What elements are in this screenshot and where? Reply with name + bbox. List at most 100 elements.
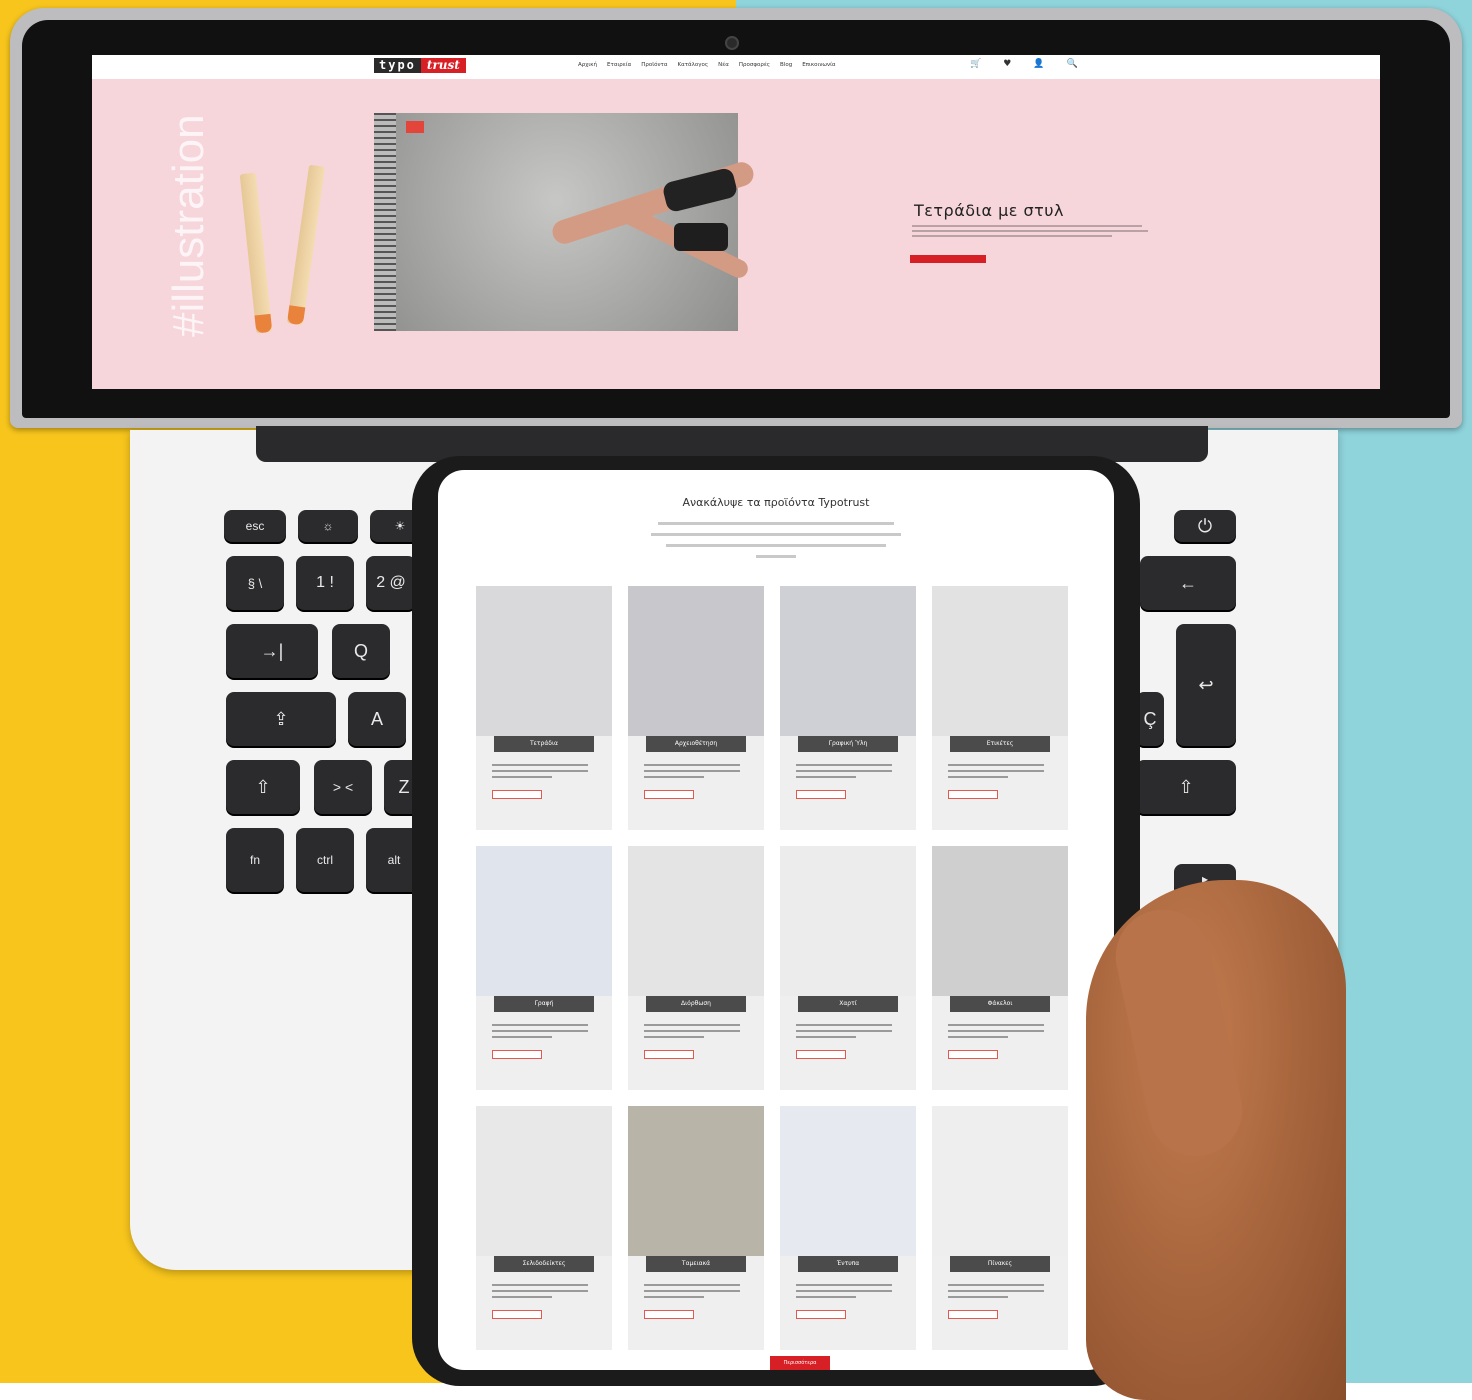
read-more-button[interactable] — [492, 790, 542, 799]
heart-icon[interactable]: ♥ — [1003, 59, 1011, 69]
read-more-button[interactable] — [796, 790, 846, 799]
key-angle[interactable]: > < — [314, 760, 372, 814]
read-more-button[interactable] — [948, 1310, 998, 1319]
product-card[interactable]: Πίνακες — [932, 1106, 1068, 1350]
cart-icon[interactable]: 🛒 — [970, 59, 981, 69]
product-card[interactable]: Γραφή — [476, 846, 612, 1090]
product-description — [796, 1036, 856, 1038]
key-shift-right[interactable]: ⇧ — [1136, 760, 1236, 814]
nav-item[interactable]: Νέα — [718, 62, 729, 68]
product-category-label[interactable]: Ταμειακά — [646, 1256, 746, 1272]
product-image[interactable] — [780, 1106, 916, 1256]
key-power[interactable]: ⏻ — [1174, 510, 1236, 542]
logo-typo: typo — [374, 58, 421, 73]
product-description — [948, 1284, 1044, 1286]
product-card[interactable]: Χαρτί — [780, 846, 916, 1090]
product-card[interactable]: Ταμειακά — [628, 1106, 764, 1350]
read-more-button[interactable] — [492, 1050, 542, 1059]
product-category-label[interactable]: Γραφή — [494, 996, 594, 1012]
product-image[interactable] — [628, 846, 764, 996]
product-description — [796, 1284, 892, 1286]
nav-item[interactable]: Προσφορές — [739, 62, 770, 68]
read-more-button[interactable] — [644, 1310, 694, 1319]
product-category-label[interactable]: Πίνακες — [950, 1256, 1050, 1272]
product-card[interactable]: Αρχειοθέτηση — [628, 586, 764, 830]
read-more-button[interactable] — [796, 1050, 846, 1059]
key-esc[interactable]: esc — [224, 510, 286, 542]
product-category-label[interactable]: Σελιδοδείκτες — [494, 1256, 594, 1272]
product-description — [644, 764, 740, 766]
key-c-cedilla[interactable]: Ç — [1136, 692, 1164, 746]
product-card[interactable]: Ετικέτες — [932, 586, 1068, 830]
key-enter[interactable]: ↩ — [1176, 624, 1236, 746]
key-section[interactable]: § \ — [226, 556, 284, 610]
product-card[interactable]: Φάκελοι — [932, 846, 1068, 1090]
product-card[interactable]: Έντυπα — [780, 1106, 916, 1350]
product-image[interactable] — [476, 586, 612, 736]
product-image[interactable] — [476, 846, 612, 996]
product-description — [796, 1030, 892, 1032]
key-backspace[interactable]: ← — [1140, 556, 1236, 610]
read-more-button[interactable] — [644, 790, 694, 799]
product-image[interactable] — [780, 846, 916, 996]
key-shift-left[interactable]: ⇧ — [226, 760, 300, 814]
product-image[interactable] — [780, 586, 916, 736]
product-image[interactable] — [932, 1106, 1068, 1256]
hero-cta-button[interactable] — [910, 255, 986, 263]
key-ctrl[interactable]: ctrl — [296, 828, 354, 892]
read-more-button[interactable] — [948, 790, 998, 799]
product-image[interactable] — [628, 586, 764, 736]
user-icon[interactable]: 👤 — [1033, 59, 1044, 69]
key-2[interactable]: 2 @ — [366, 556, 416, 610]
product-description — [948, 1030, 1044, 1032]
product-description — [644, 776, 704, 778]
key-brightness-down[interactable]: ☼ — [298, 510, 358, 542]
product-category-label[interactable]: Αρχειοθέτηση — [646, 736, 746, 752]
product-category-label[interactable]: Χαρτί — [798, 996, 898, 1012]
product-image[interactable] — [628, 1106, 764, 1256]
key-1[interactable]: 1 ! — [296, 556, 354, 610]
nav-item[interactable]: Αρχική — [578, 62, 597, 68]
product-category-label[interactable]: Ετικέτες — [950, 736, 1050, 752]
key-q[interactable]: Q — [332, 624, 390, 678]
product-category-label[interactable]: Διόρθωση — [646, 996, 746, 1012]
read-more-button[interactable] — [948, 1050, 998, 1059]
product-image[interactable] — [932, 586, 1068, 736]
nav-item[interactable]: Blog — [780, 62, 792, 68]
logo[interactable]: typo trust — [374, 58, 466, 73]
nav-item[interactable]: Εταιρεία — [607, 62, 631, 68]
product-category-label[interactable]: Έντυπα — [798, 1256, 898, 1272]
notebook-badge — [406, 121, 424, 133]
product-description — [492, 764, 588, 766]
key-a[interactable]: A — [348, 692, 406, 746]
nav-item[interactable]: Κατάλογος — [678, 62, 709, 68]
product-description — [644, 770, 740, 772]
read-more-button[interactable] — [796, 1310, 846, 1319]
dancer-figure — [674, 223, 728, 251]
product-category-label[interactable]: Τετράδια — [494, 736, 594, 752]
key-fn[interactable]: fn — [226, 828, 284, 892]
dancer-figure — [661, 166, 739, 214]
nav-item[interactable]: Προϊόντα — [641, 62, 667, 68]
search-icon[interactable]: 🔍 — [1067, 59, 1078, 69]
product-image[interactable] — [932, 846, 1068, 996]
product-card[interactable]: Σελιδοδείκτες — [476, 1106, 612, 1350]
pencil-image — [286, 164, 326, 326]
product-description — [796, 776, 856, 778]
product-card[interactable]: Γραφική Ύλη — [780, 586, 916, 830]
product-category-label[interactable]: Γραφική Ύλη — [798, 736, 898, 752]
read-more-button[interactable] — [492, 1310, 542, 1319]
product-image[interactable] — [476, 1106, 612, 1256]
more-products-button[interactable]: Περισσότερα — [770, 1356, 830, 1370]
nav-item[interactable]: Επικοινωνία — [802, 62, 835, 68]
product-category-label[interactable]: Φάκελοι — [950, 996, 1050, 1012]
product-card[interactable]: Τετράδια — [476, 586, 612, 830]
product-card[interactable]: Διόρθωση — [628, 846, 764, 1090]
read-more-button[interactable] — [644, 1050, 694, 1059]
product-description — [492, 1036, 552, 1038]
product-description — [492, 1296, 552, 1298]
product-description — [644, 1030, 740, 1032]
product-description — [948, 770, 1044, 772]
key-caps-lock[interactable]: ⇪ — [226, 692, 336, 746]
key-tab[interactable]: →| — [226, 624, 318, 678]
